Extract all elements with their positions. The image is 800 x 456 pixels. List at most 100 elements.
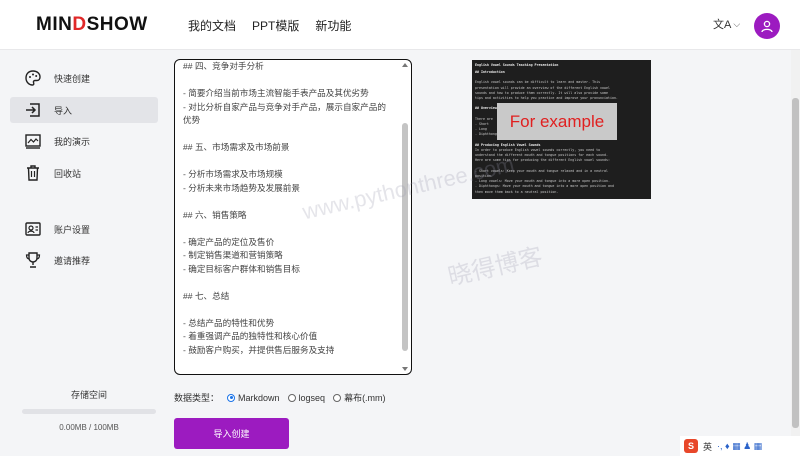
- watermark-cn: 晓得博客: [445, 243, 546, 292]
- storage-title: 存储空间: [70, 390, 107, 400]
- editor-line: - 着重强调产品的独特性和核心价值: [183, 331, 318, 341]
- preview-text-line: There are: [475, 116, 493, 121]
- editor-line: - 分析市场需求及市场规模: [183, 169, 283, 179]
- preview-title: English Vowel Sounds Teaching Presentati…: [475, 63, 559, 67]
- trophy-icon: [24, 251, 42, 269]
- editor-content[interactable]: ## 四、竞争对手分析 - 简要介绍当前市场主流智能手表产品及其优劣势 - 对比分…: [183, 60, 397, 357]
- scroll-up-arrow-icon[interactable]: [402, 63, 408, 67]
- radio-label: logseq: [298, 392, 326, 403]
- window-scroll-thumb[interactable]: [792, 98, 799, 428]
- nav-ppt-templates[interactable]: PPT模版: [252, 17, 299, 34]
- storage-usage-text: 0.00MB / 100MB: [59, 423, 119, 432]
- radio-markdown[interactable]: Markdown: [227, 393, 280, 403]
- data-type-label: 数据类型：: [174, 393, 220, 403]
- preview-text-line: presentation will provide an overview of…: [475, 85, 610, 90]
- editor-line: - 总结产品的特性和优势: [183, 317, 275, 328]
- preview-text-line: - Long vowels: Move your mouth and tongu…: [475, 179, 610, 184]
- nav-new-features[interactable]: 新功能: [315, 17, 351, 34]
- import-create-button[interactable]: 导入创建: [174, 418, 289, 449]
- editor-line: - 制定销售渠道和营销策略: [183, 250, 283, 260]
- radio-logseq[interactable]: logseq: [287, 392, 326, 403]
- preview-text-line: English vowel sounds can be difficult to…: [475, 80, 601, 85]
- preview-text-line: Here are some tips for producing the dif…: [475, 158, 610, 163]
- logo-text-left: MIN: [36, 14, 73, 35]
- palette-icon: [24, 69, 42, 87]
- example-preview-image: English Vowel Sounds Teaching Presentati…: [472, 60, 651, 199]
- radio-button-icon: [287, 393, 296, 402]
- preview-text-line: In order to produce English vowel sounds…: [475, 148, 601, 152]
- language-switcher[interactable]: 文A ⌵: [713, 16, 740, 32]
- data-type-selector: 数据类型： Markdown logseq 幕布(.mm): [174, 391, 386, 404]
- preview-text-line: - Long: [475, 127, 487, 132]
- sidebar-label: 账户设置: [54, 224, 91, 235]
- top-navigation-bar: MINDSHOW 我的文档 PPT模版 新功能 文A ⌵: [0, 0, 800, 50]
- sidebar-item-import[interactable]: 导入: [10, 97, 158, 123]
- account-settings-icon: [24, 220, 42, 238]
- scroll-down-arrow-icon[interactable]: [402, 367, 408, 371]
- nav-my-documents[interactable]: 我的文档: [188, 17, 236, 34]
- editor-line: - 分析未来市场趋势及发展前景: [183, 182, 300, 193]
- editor-scrollbar[interactable]: [401, 63, 409, 371]
- sidebar-label: 快速创建: [54, 73, 91, 84]
- ime-toolbar: S 英 ·, ♦ ▦ ♟ ▦: [680, 436, 800, 456]
- radio-label: Markdown: [238, 392, 280, 403]
- preview-text-line: - Short vowels: Keep your mouth and tong…: [475, 168, 608, 173]
- preview-text-line: tips and activities to help you practice…: [475, 96, 618, 100]
- sogou-ime-icon[interactable]: S: [684, 439, 698, 453]
- preview-text-line: position.: [475, 174, 493, 178]
- sidebar-item-account-settings[interactable]: 账户设置: [10, 216, 158, 242]
- mindshow-logo[interactable]: MINDSHOW: [36, 14, 148, 36]
- import-icon: [24, 101, 42, 119]
- editor-line: ## 六、销售策略: [183, 209, 247, 220]
- ime-language-toggle[interactable]: 英: [703, 440, 712, 453]
- preview-text-line: - Diphthongs: Move your mouth and tongue…: [475, 184, 614, 189]
- radio-button-icon: [227, 393, 236, 402]
- editor-line: ## 四、竞争对手分析: [183, 61, 264, 71]
- editor-line: ## 七、总结: [183, 290, 230, 301]
- sidebar-label: 邀请推荐: [54, 255, 91, 266]
- presentation-icon: [24, 132, 42, 150]
- main-nav: 我的文档 PPT模版 新功能: [188, 17, 351, 34]
- preview-overlay-label: For example: [497, 103, 617, 140]
- editor-line: - 简要介绍当前市场主流智能手表产品及其优劣势: [183, 88, 369, 98]
- sidebar-item-my-presentations[interactable]: 我的演示: [10, 128, 158, 154]
- sidebar-item-trash[interactable]: 回收站: [10, 160, 158, 186]
- editor-line: ## 五、市场需求及市场前景: [183, 142, 290, 152]
- preview-text-line: ## Introduction: [475, 70, 505, 74]
- preview-text-line: sounds and how to produce them correctly…: [475, 90, 608, 95]
- radio-button-icon: [333, 393, 342, 402]
- radio-label: 幕布(.mm): [344, 393, 386, 403]
- logo-text-right: SHOW: [86, 14, 148, 35]
- sidebar-item-quick-create[interactable]: 快速创建: [10, 65, 158, 91]
- sidebar-label: 回收站: [54, 168, 82, 179]
- sidebar-item-invite[interactable]: 邀请推荐: [10, 247, 158, 273]
- preview-text-line: - Diphthongs: [475, 132, 499, 137]
- trash-icon: [24, 164, 42, 182]
- radio-mubu[interactable]: 幕布(.mm): [333, 391, 386, 404]
- editor-scroll-thumb[interactable]: [402, 123, 408, 351]
- markdown-editor[interactable]: ## 四、竞争对手分析 - 简要介绍当前市场主流智能手表产品及其优劣势 - 对比分…: [174, 59, 412, 375]
- chevron-down-icon: ⌵: [733, 18, 741, 29]
- preview-text-line: understand the different mouth and tongu…: [475, 153, 608, 158]
- storage-progress-bar: [22, 409, 156, 414]
- editor-line: - 鼓励客户购买，并提供售后服务及支持: [183, 344, 335, 355]
- logo-text-accent: D: [72, 14, 87, 35]
- window-scrollbar[interactable]: [791, 50, 800, 456]
- sidebar-label: 我的演示: [54, 136, 91, 147]
- preview-text-line: ## Producing English Vowel Sounds: [475, 142, 541, 147]
- user-avatar[interactable]: [754, 13, 780, 39]
- editor-line: - 对比分析自家产品与竞争对手产品，展示自家产品的: [183, 101, 386, 112]
- editor-line: - 确定产品的定位及售价: [183, 236, 275, 247]
- preview-text-line: - Short: [475, 122, 489, 126]
- editor-line: - 确定目标客户群体和销售目标: [183, 263, 300, 274]
- user-icon: [761, 20, 773, 33]
- editor-line: 优势: [183, 115, 201, 125]
- ime-tool-icons[interactable]: ·, ♦ ▦ ♟ ▦: [717, 441, 762, 452]
